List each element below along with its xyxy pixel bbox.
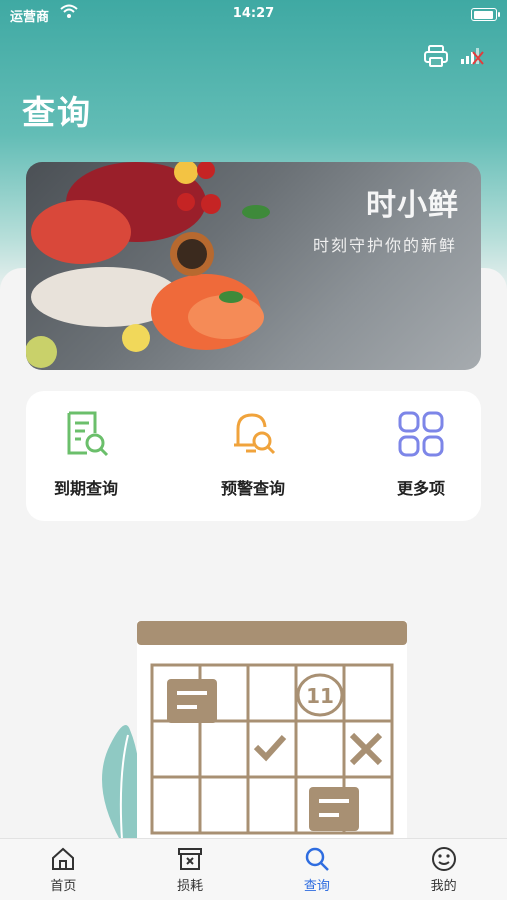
expiry-query-label: 到期查询 (53, 479, 118, 498)
grid-icon (398, 411, 444, 457)
tab-loss[interactable]: 损耗 (127, 839, 254, 900)
clock: 14:27 (232, 6, 275, 21)
search-icon (305, 847, 329, 871)
battery-icon (471, 8, 500, 21)
warning-query-label: 预警查询 (220, 479, 285, 498)
more-items-button[interactable]: 更多项 (361, 409, 481, 499)
warning-query-button[interactable]: 预警查询 (193, 409, 313, 499)
home-icon (52, 847, 75, 870)
status-bar: 运营商 14:27 (0, 0, 507, 30)
document-search-icon (67, 411, 109, 457)
calendar-illustration: 11 (102, 621, 407, 843)
signal-off-icon[interactable] (459, 44, 485, 68)
more-items-label: 更多项 (396, 479, 445, 498)
banner-brand: 时小鲜 (366, 188, 459, 223)
header-actions (423, 44, 485, 68)
tab-home-label: 首页 (50, 879, 77, 894)
bell-search-icon (234, 413, 276, 455)
tab-loss-label: 损耗 (177, 879, 204, 894)
expiry-query-button[interactable]: 到期查询 (26, 409, 146, 499)
banner-slogan: 时刻守护你的新鲜 (312, 236, 457, 255)
smile-icon (431, 847, 456, 871)
tab-home[interactable]: 首页 (0, 839, 127, 900)
calendar-date: 11 (306, 684, 334, 708)
quick-actions-card: 到期查询 预警查询 更多项 (26, 391, 481, 521)
bottom-tab-bar: 首页 损耗 查询 我的 (0, 838, 507, 900)
tab-query-label: 查询 (303, 879, 330, 894)
trash-box-icon (178, 848, 203, 870)
tab-mine-label: 我的 (430, 879, 457, 894)
tab-mine[interactable]: 我的 (380, 839, 507, 900)
promo-banner[interactable]: 时小鲜 时刻守护你的新鲜 (26, 162, 481, 370)
page-title: 查询 (22, 93, 92, 132)
tab-query[interactable]: 查询 (254, 839, 381, 900)
printer-icon[interactable] (423, 44, 449, 68)
